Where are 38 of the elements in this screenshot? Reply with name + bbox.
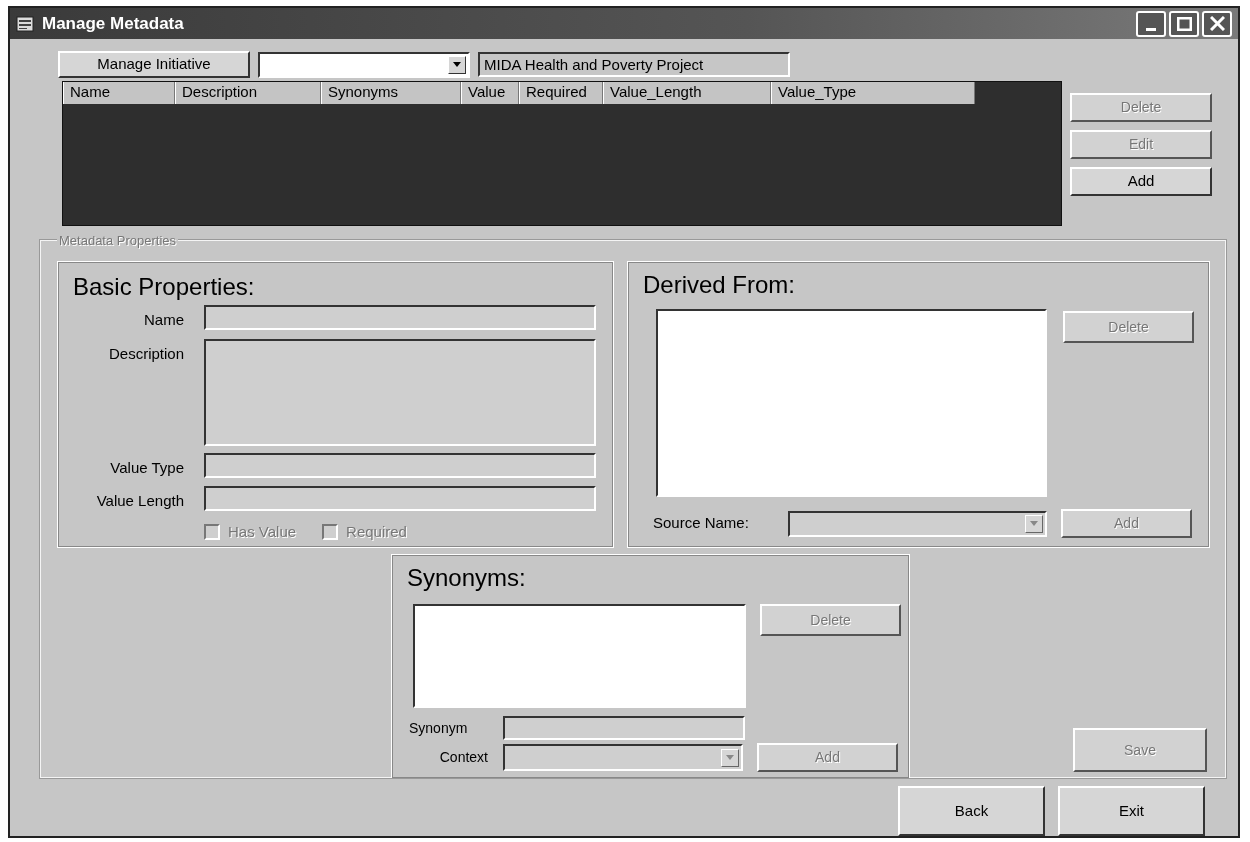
column-header[interactable]: Required — [519, 82, 603, 104]
maximize-button[interactable] — [1169, 10, 1199, 37]
field-label: Source Name: — [653, 513, 750, 534]
project-label: MIDA Health and Poverty Project — [478, 52, 790, 77]
minimize-icon — [1146, 28, 1156, 31]
close-icon — [1209, 16, 1225, 31]
field-label: Value Type — [109, 457, 184, 478]
field-label: Synonym — [409, 718, 469, 738]
add-button[interactable]: Add — [1070, 167, 1212, 196]
manage-initiative-button[interactable]: Manage Initiative — [58, 51, 250, 78]
minimize-button[interactable] — [1136, 10, 1166, 37]
panel-title: Synonyms: — [407, 564, 527, 592]
field-label: Name — [143, 310, 184, 330]
input-field[interactable] — [503, 716, 745, 740]
exit-button[interactable]: Exit — [1058, 786, 1205, 836]
panel-title: Derived From: — [643, 271, 797, 299]
back-button[interactable]: Back — [898, 786, 1045, 836]
field-label: Value Length — [95, 491, 184, 511]
column-header[interactable]: Value_Length — [603, 82, 771, 104]
field-label: Context — [438, 748, 488, 767]
dropdown-arrow-icon — [726, 755, 734, 760]
list-box[interactable] — [413, 604, 746, 708]
panel-title: Basic Properties: — [73, 273, 256, 301]
window-title: Manage Metadata — [42, 12, 184, 35]
column-header[interactable]: Synonyms — [321, 82, 461, 104]
dropdown-arrow-icon — [1030, 521, 1038, 526]
field-label: Description — [107, 343, 184, 364]
column-header[interactable]: Name — [63, 82, 175, 104]
column-header[interactable]: Value_Type — [771, 82, 975, 104]
maximize-icon — [1176, 16, 1192, 31]
column-header[interactable]: Value — [461, 82, 519, 104]
context-dropdown[interactable] — [503, 744, 743, 771]
source-name-dropdown[interactable] — [788, 510, 1047, 537]
app-icon — [16, 15, 34, 32]
column-header[interactable]: Description — [175, 82, 321, 104]
close-button[interactable] — [1202, 10, 1232, 37]
dropdown-arrow-icon — [453, 62, 461, 67]
initiative-dropdown[interactable] — [258, 51, 470, 78]
